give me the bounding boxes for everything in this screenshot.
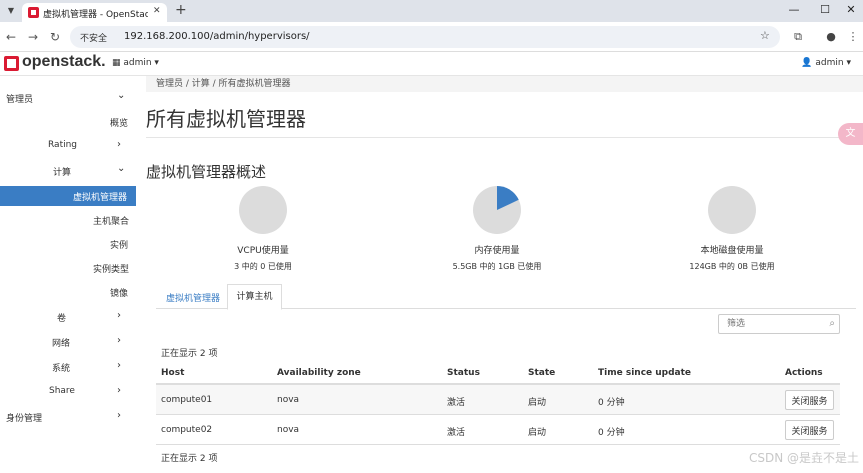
header-host[interactable]: Host xyxy=(161,368,184,378)
cell-state: 启动 xyxy=(528,428,547,438)
address-toolbar: ← → ↻ 不安全 192.168.200.100/admin/hypervis… xyxy=(0,22,863,52)
close-window-icon[interactable]: ✕ xyxy=(843,3,859,16)
sidebar: 管理员 ⌄ 概览 Rating › 计算 ⌄ 虚拟机管理器 主机聚合 实例 实例… xyxy=(0,77,136,473)
new-tab-button[interactable]: + xyxy=(175,2,187,18)
chevron-right-icon[interactable]: › xyxy=(117,410,121,421)
header-state[interactable]: State xyxy=(528,368,555,378)
minimize-icon[interactable]: — xyxy=(786,3,802,16)
cell-time: 0 分钟 xyxy=(598,398,625,408)
pie-background xyxy=(708,186,756,234)
insecure-badge[interactable]: 不安全 xyxy=(80,31,107,44)
maximize-icon[interactable]: ☐ xyxy=(817,3,833,16)
memory-usage: 内存使用量 5.5GB 中的 1GB 已使用 xyxy=(417,186,577,272)
cell-time: 0 分钟 xyxy=(598,428,625,438)
sidebar-item-compute[interactable]: 计算 xyxy=(53,165,71,178)
browser-tab[interactable]: 虚拟机管理器 - OpenStack Da ✕ xyxy=(22,3,167,22)
item-count-bottom: 正在显示 2 项 xyxy=(161,454,218,464)
chevron-right-icon[interactable]: › xyxy=(117,139,121,150)
user-dropdown[interactable]: 👤 admin ▾ xyxy=(801,58,851,68)
vcpu-pie-chart xyxy=(239,186,287,234)
usage-detail: 124GB 中的 0B 已使用 xyxy=(689,262,775,271)
cell-state: 启动 xyxy=(528,398,547,408)
sidebar-item-rating[interactable]: Rating xyxy=(48,140,77,150)
chevron-right-icon[interactable]: › xyxy=(117,335,121,346)
section-title: 虚拟机管理器概述 xyxy=(146,163,267,181)
usage-detail: 5.5GB 中的 1GB 已使用 xyxy=(452,262,542,271)
extensions-icon[interactable]: ⧉ xyxy=(791,30,805,44)
tab-title: 虚拟机管理器 - OpenStack Da xyxy=(43,10,148,20)
item-count: 正在显示 2 项 xyxy=(161,349,218,359)
cell-zone: nova xyxy=(277,425,300,435)
divider xyxy=(146,137,856,138)
chevron-right-icon[interactable]: › xyxy=(117,310,121,321)
usage-label: 内存使用量 xyxy=(474,246,520,256)
filter-box[interactable]: ⌕ xyxy=(718,314,840,334)
tab-bar: 虚拟机管理器 计算主机 xyxy=(156,284,856,310)
cell-zone: nova xyxy=(277,395,300,405)
sidebar-item-host-aggregates[interactable]: 主机聚合 xyxy=(93,214,129,227)
cell-host: compute02 xyxy=(161,425,213,435)
sidebar-item-admin[interactable]: 管理员 xyxy=(6,92,33,105)
bookmark-star-icon[interactable]: ☆ xyxy=(760,29,770,42)
translate-icon[interactable]: 文 xyxy=(838,123,863,145)
chevron-down-icon[interactable]: ⌄ xyxy=(117,90,125,101)
table-header: Host Availability zone Status State Time… xyxy=(156,363,840,385)
tab-search-icon[interactable]: ▼ xyxy=(4,4,18,18)
breadcrumb[interactable]: 管理员 / 计算 / 所有虚拟机管理器 xyxy=(146,76,863,92)
address-bar[interactable]: 不安全 192.168.200.100/admin/hypervisors/ ☆ xyxy=(70,26,780,48)
cell-status: 激活 xyxy=(447,428,466,438)
pie-background xyxy=(239,186,287,234)
compute-host-table: Host Availability zone Status State Time… xyxy=(156,363,840,445)
disable-service-button[interactable]: 关闭服务 xyxy=(785,390,834,410)
usage-label: 本地磁盘使用量 xyxy=(700,246,764,256)
memory-pie-chart xyxy=(473,186,521,234)
tab-compute-host[interactable]: 计算主机 xyxy=(227,284,282,310)
sidebar-item-instances[interactable]: 实例 xyxy=(110,238,128,251)
filter-input[interactable] xyxy=(719,315,819,333)
header-zone[interactable]: Availability zone xyxy=(277,368,361,378)
sidebar-item-identity[interactable]: 身份管理 xyxy=(6,411,42,424)
page-title: 所有虚拟机管理器 xyxy=(146,107,306,131)
sidebar-item-overview[interactable]: 概览 xyxy=(110,116,128,129)
sidebar-item-hypervisors[interactable]: 虚拟机管理器 xyxy=(0,186,136,206)
chevron-right-icon[interactable]: › xyxy=(117,360,121,371)
disk-pie-chart xyxy=(708,186,756,234)
table-row: compute02 nova 激活 启动 0 分钟 关闭服务 xyxy=(156,415,840,445)
cell-status: 激活 xyxy=(447,398,466,408)
reload-icon[interactable]: ↻ xyxy=(48,30,62,44)
table-row: compute01 nova 激活 启动 0 分钟 关闭服务 xyxy=(156,385,840,415)
usage-label: VCPU使用量 xyxy=(237,246,289,256)
vcpu-usage: VCPU使用量 3 中的 0 已使用 xyxy=(183,186,343,272)
forward-icon[interactable]: → xyxy=(26,30,40,44)
sidebar-item-flavors[interactable]: 实例类型 xyxy=(93,262,129,275)
sidebar-item-images[interactable]: 镜像 xyxy=(110,286,128,299)
profile-icon[interactable]: ● xyxy=(824,30,838,43)
disk-usage: 本地磁盘使用量 124GB 中的 0B 已使用 xyxy=(652,186,812,272)
disable-service-button[interactable]: 关闭服务 xyxy=(785,420,834,440)
usage-detail: 3 中的 0 已使用 xyxy=(234,262,292,271)
header-time[interactable]: Time since update xyxy=(598,368,691,378)
url-text[interactable]: 192.168.200.100/admin/hypervisors/ xyxy=(124,31,310,42)
openstack-header: openstack. ▦ admin ▾ 👤 admin ▾ xyxy=(0,52,863,76)
header-actions: Actions xyxy=(785,368,823,378)
header-status[interactable]: Status xyxy=(447,368,480,378)
tab-hypervisors[interactable]: 虚拟机管理器 xyxy=(156,284,230,309)
browser-tab-bar: ▼ 虚拟机管理器 - OpenStack Da ✕ + — ☐ ✕ xyxy=(0,0,863,22)
project-dropdown[interactable]: ▦ admin ▾ xyxy=(112,58,159,68)
menu-icon[interactable]: ⋮ xyxy=(846,30,860,43)
sidebar-item-network[interactable]: 网络 xyxy=(52,336,70,349)
cell-host: compute01 xyxy=(161,395,213,405)
back-icon[interactable]: ← xyxy=(4,30,18,44)
favicon-icon xyxy=(28,7,39,18)
sidebar-item-share[interactable]: Share xyxy=(49,386,75,396)
chevron-down-icon[interactable]: ⌄ xyxy=(117,163,125,174)
search-icon[interactable]: ⌕ xyxy=(829,318,835,329)
watermark: CSDN @是垚不是土 xyxy=(748,451,859,465)
openstack-logo[interactable]: openstack. xyxy=(22,53,106,71)
sidebar-item-volumes[interactable]: 卷 xyxy=(57,311,66,324)
tab-close-icon[interactable]: ✕ xyxy=(153,6,161,16)
sidebar-item-system[interactable]: 系统 xyxy=(52,361,70,374)
chevron-right-icon[interactable]: › xyxy=(117,385,121,396)
openstack-logo-icon[interactable] xyxy=(4,56,19,71)
